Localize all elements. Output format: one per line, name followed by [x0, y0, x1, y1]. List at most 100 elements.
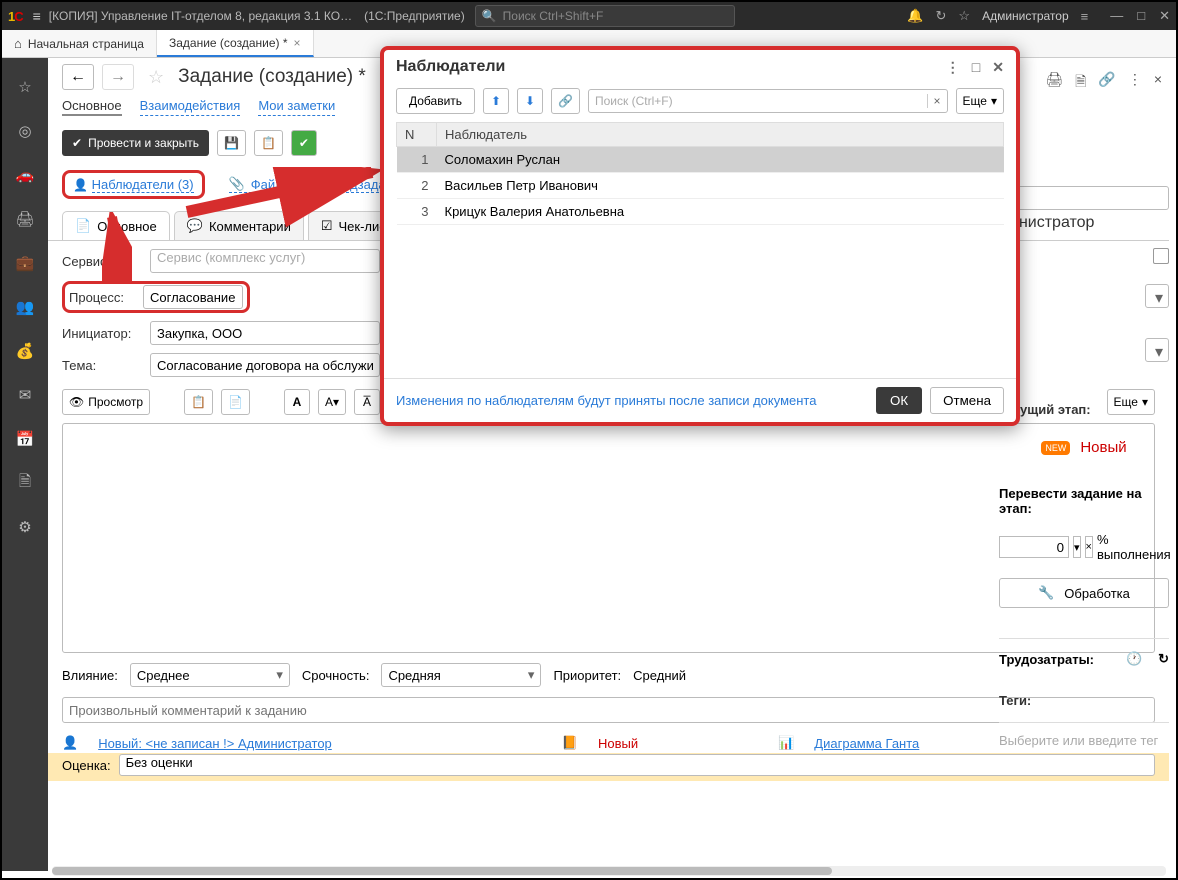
dialog-ok-button[interactable]: ОК: [876, 387, 922, 414]
sidebar-users-icon[interactable]: 👥: [16, 298, 34, 316]
comment-input[interactable]: [62, 697, 1155, 723]
global-search[interactable]: 🔍 Поиск Ctrl+Shift+F: [475, 5, 735, 27]
titlebar: ≡ [КОПИЯ] Управление IT-отделом 8, редак…: [2, 2, 1176, 30]
close-panel-icon[interactable]: ×: [1151, 68, 1165, 98]
nav-forward-button[interactable]: →: [102, 64, 134, 90]
subnav-main[interactable]: Основное: [62, 98, 122, 116]
tab-close-icon[interactable]: ×: [294, 36, 301, 50]
dialog-link-button[interactable]: 🔗: [551, 88, 580, 114]
tab-home[interactable]: ⌂ Начальная страница: [2, 30, 157, 57]
watchers-table: N Наблюдатель 1 Соломахин Руслан 2 Васил…: [396, 122, 1004, 225]
sidebar-briefcase-icon[interactable]: 💼: [16, 254, 34, 272]
sidebar-print-icon[interactable]: 🖨: [16, 210, 34, 228]
pct-input[interactable]: [999, 536, 1069, 558]
report-icon[interactable]: 🗎: [1072, 68, 1089, 98]
dialog-more-button[interactable]: Еще ▾: [956, 88, 1004, 114]
urgency-dropdown[interactable]: Средняя: [381, 663, 541, 687]
tab-task[interactable]: Задание (создание) * ×: [157, 30, 314, 57]
sidebar-money-icon[interactable]: 💰: [16, 342, 34, 360]
paste-button[interactable]: 📋: [184, 389, 213, 415]
process-input[interactable]: [143, 285, 243, 309]
panel-checkbox[interactable]: [1153, 248, 1169, 264]
search-clear-icon[interactable]: ×: [927, 94, 941, 108]
sidebar-star-icon[interactable]: ☆: [16, 78, 34, 96]
sidebar-mail-icon[interactable]: ✉: [16, 386, 34, 404]
service-input[interactable]: Сервис (комплекс услуг): [150, 249, 380, 273]
dialog-maximize-icon[interactable]: □: [972, 59, 980, 76]
horizontal-scrollbar[interactable]: [52, 866, 1166, 876]
panel-btn[interactable]: В: [999, 186, 1169, 210]
app-logo: [8, 9, 25, 24]
status-link[interactable]: Новый: <не записан !> Администратор: [98, 736, 332, 751]
sidebar-compass-icon[interactable]: ◎: [16, 122, 34, 140]
dialog-kebab-icon[interactable]: ⋮: [946, 59, 960, 76]
initiator-input[interactable]: [150, 321, 380, 345]
rich-text-editor[interactable]: [62, 423, 1155, 653]
font-size-button[interactable]: A▾: [318, 389, 346, 415]
col-watcher[interactable]: Наблюдатель: [437, 123, 1004, 147]
pct-clear-button[interactable]: ×: [1085, 536, 1093, 558]
tab-form-comments[interactable]: 💬 Комментарии: [174, 211, 304, 240]
col-n[interactable]: N: [397, 123, 437, 147]
chat-icon: 💬: [187, 218, 203, 234]
subnav-interactions[interactable]: Взаимодействия: [140, 98, 241, 116]
chevron-down-icon: ▾: [991, 94, 997, 108]
accept-button[interactable]: ✔: [291, 130, 317, 156]
labor-refresh-icon[interactable]: ↻: [1158, 651, 1169, 666]
current-user[interactable]: Администратор: [982, 9, 1069, 23]
subject-input[interactable]: [150, 353, 380, 377]
table-row[interactable]: 2 Васильев Петр Иванович: [397, 173, 1004, 199]
gantt-link[interactable]: Диаграмма Ганта: [814, 736, 919, 751]
tags-input[interactable]: Выберите или введите тег: [999, 722, 1169, 748]
table-row[interactable]: 1 Соломахин Руслан: [397, 147, 1004, 173]
dialog-search[interactable]: Поиск (Ctrl+F) ×: [588, 89, 948, 113]
search-icon: 🔍: [482, 9, 497, 23]
window-close[interactable]: ✕: [1159, 8, 1170, 24]
impact-dropdown[interactable]: Среднее: [130, 663, 290, 687]
window-maximize[interactable]: □: [1137, 8, 1145, 24]
panel-dropdown-2[interactable]: [1145, 338, 1169, 362]
post-close-button[interactable]: ✔ Провести и закрыть: [62, 130, 209, 156]
sidebar-gear-icon[interactable]: ⚙: [16, 518, 34, 536]
sidebar-calendar-icon[interactable]: 📅: [16, 430, 34, 448]
dialog-add-button[interactable]: Добавить: [396, 88, 475, 114]
link-icon[interactable]: 🔗: [1095, 68, 1118, 98]
font-inc-button[interactable]: A̅: [354, 389, 380, 415]
printer-icon[interactable]: 🖨: [1042, 68, 1066, 98]
star-icon[interactable]: ☆: [958, 8, 970, 24]
clock-icon[interactable]: 🕐: [1126, 651, 1142, 666]
bell-icon[interactable]: 🔔: [907, 8, 923, 24]
history-icon[interactable]: ↻: [936, 8, 947, 24]
dialog-move-up-button[interactable]: ⬆: [483, 88, 509, 114]
favorite-icon[interactable]: ☆: [148, 67, 164, 88]
files-link[interactable]: 📎 Файлы: [229, 176, 293, 193]
sidebar-car-icon[interactable]: 🚗: [16, 166, 34, 184]
dialog-cancel-button[interactable]: Отмена: [930, 387, 1004, 414]
post-button[interactable]: 📋: [254, 130, 283, 156]
copy-button[interactable]: 📄: [221, 389, 250, 415]
font-button[interactable]: A: [284, 389, 310, 415]
stage-new: Новый: [1080, 439, 1126, 456]
nav-back-button[interactable]: ←: [62, 64, 94, 90]
sidebar-docs-icon[interactable]: 🗎: [16, 474, 34, 492]
subnav-notes[interactable]: Мои заметки: [258, 98, 335, 116]
menu-icon[interactable]: ≡: [33, 8, 41, 24]
watchers-highlight: 👤 Наблюдатели (3): [62, 170, 205, 199]
panel-dropdown-1[interactable]: [1145, 284, 1169, 308]
save-button[interactable]: 💾: [217, 130, 246, 156]
table-row[interactable]: 3 Крицук Валерия Анатольевна: [397, 199, 1004, 225]
tab-form-main[interactable]: 📄 Основное: [62, 211, 170, 240]
status-new: Новый: [598, 736, 638, 751]
watchers-link[interactable]: Наблюдатели (3): [92, 177, 194, 193]
rating-label: Оценка:: [62, 758, 111, 773]
preview-button[interactable]: 👁 Просмотр: [62, 389, 150, 415]
dialog-move-down-button[interactable]: ⬇: [517, 88, 543, 114]
process-button[interactable]: 🔧 Обработка: [999, 578, 1169, 608]
settings-icon[interactable]: ≡: [1081, 9, 1089, 24]
window-minimize[interactable]: —: [1110, 8, 1123, 24]
pct-up-button[interactable]: ▾: [1073, 536, 1081, 558]
arrow-up-icon: ⬆: [491, 94, 501, 108]
watchers-dialog: Наблюдатели ⋮ □ ✕ Добавить ⬆ ⬇ 🔗 Поиск (…: [380, 46, 1020, 426]
kebab-icon[interactable]: ⋮: [1125, 68, 1145, 98]
dialog-close-icon[interactable]: ✕: [992, 59, 1004, 76]
